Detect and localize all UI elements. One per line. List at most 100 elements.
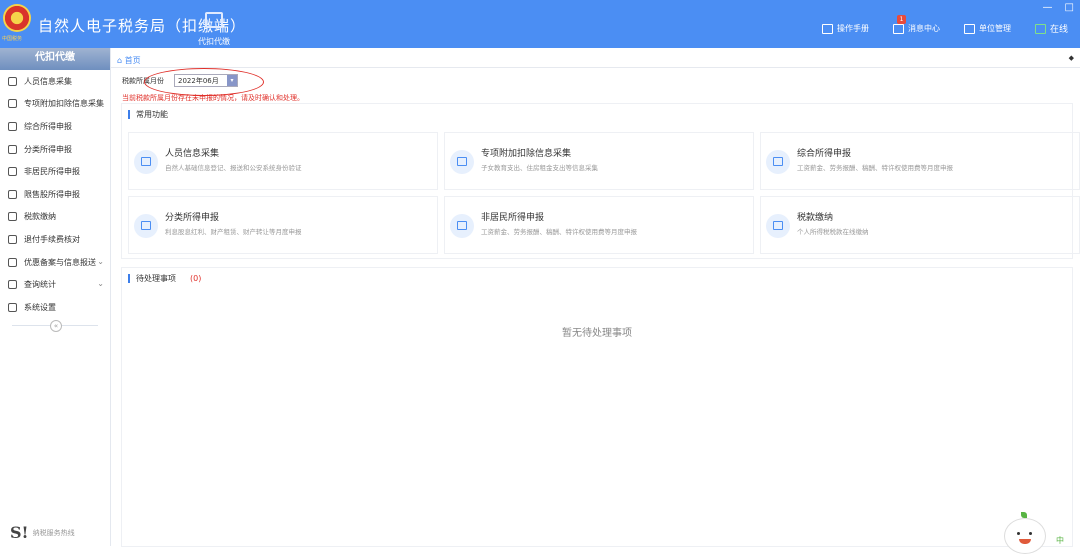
card-desc: 子女教育支出、住房租金支出等信息采集	[481, 164, 598, 172]
breadcrumb: ⌂ 首页 ◆	[111, 53, 1080, 68]
sidebar-item-label: 限售股所得申报	[24, 189, 80, 199]
pending-count: (0)	[190, 274, 202, 283]
pending-title-text: 待处理事项	[136, 274, 176, 283]
sidebar-header: 代扣代缴	[0, 48, 110, 70]
annotation-ellipse	[144, 68, 264, 96]
sidebar-item-label: 人员信息采集	[24, 76, 72, 86]
id-card-icon	[134, 150, 158, 174]
card-desc: 利息股息红利、财产租赁、财产转让等月度申报	[165, 228, 302, 236]
mail-icon	[892, 23, 904, 34]
card-special-deduction[interactable]: 专项附加扣除信息采集子女教育支出、住房租金支出等信息采集	[444, 132, 754, 190]
unit-management-button[interactable]: 单位管理	[963, 23, 1011, 34]
sidebar-item-comprehensive-income[interactable]: 综合所得申报	[0, 115, 110, 138]
card-classified-income[interactable]: 分类所得申报利息股息红利、财产租赁、财产转让等月度申报	[128, 196, 438, 254]
gear-icon	[8, 302, 17, 312]
sidebar-item-special-deduction[interactable]: 专项附加扣除信息采集	[0, 93, 110, 116]
sidebar-item-tax-payment[interactable]: 税款缴纳	[0, 206, 110, 229]
sidebar-collapse: «	[12, 319, 98, 336]
card-tax-payment[interactable]: 税款缴纳个人所得税税款在线缴纳	[760, 196, 1080, 254]
sidebar-item-label: 非居民所得申报	[24, 167, 80, 177]
card-desc: 工资薪金、劳务报酬、稿酬、特许权使用费等月度申报	[797, 164, 953, 172]
file-icon	[8, 257, 17, 267]
function-grid: 人员信息采集自然人基础信息登记、报送和公安系统身份验证 专项附加扣除信息采集子女…	[128, 132, 1080, 254]
header-actions: 操作手册 1 消息中心 单位管理 在线	[821, 15, 1080, 35]
minimize-button[interactable]: —	[1043, 2, 1053, 13]
card-nonresident-income[interactable]: 非居民所得申报工资薪金、劳务报酬、稿酬、特许权使用费等月度申报	[444, 196, 754, 254]
manual-label: 操作手册	[836, 24, 869, 33]
payment-icon	[766, 214, 790, 238]
pending-panel: 待处理事项 (0) 暂无待处理事项 中	[122, 268, 1072, 554]
hotline: S! 纳税服务热线	[10, 523, 75, 542]
collapse-button[interactable]: «	[50, 319, 62, 332]
card-title: 分类所得申报	[165, 213, 220, 223]
layers-icon	[8, 121, 17, 131]
deduction-icon	[450, 150, 474, 174]
sidebar-item-label: 综合所得申报	[24, 121, 72, 131]
tab-withholding-label: 代扣代缴	[198, 37, 230, 46]
user-icon	[8, 167, 17, 177]
tab-withholding[interactable]: 代扣代缴	[196, 12, 232, 47]
bar-chart-icon	[8, 189, 17, 199]
card-title: 综合所得申报	[797, 149, 852, 159]
sidebar-item-label: 退付手续费核对	[24, 234, 80, 244]
card-title: 税款缴纳	[797, 213, 834, 223]
card-desc: 个人所得税税款在线缴纳	[797, 228, 869, 236]
assistant-mascot[interactable]	[1004, 512, 1046, 554]
top-bar: 中国税务 自然人电子税务局（扣缴端） 代扣代缴 操作手册 1 消息中心 单位管理…	[0, 0, 1080, 48]
chevron-down-icon: ⌄	[97, 256, 104, 266]
sidebar: 代扣代缴 人员信息采集 专项附加扣除信息采集 综合所得申报 分类所得申报 非居民…	[0, 48, 111, 546]
edit-icon	[134, 214, 158, 238]
warning-text: 当前税款所属月份存在未申报的情况，请及时确认和处理。	[122, 94, 304, 102]
sidebar-item-fee-refund[interactable]: 退付手续费核对	[0, 228, 110, 251]
home-tab[interactable]: ⌂ 首页	[117, 55, 141, 66]
sidebar-item-label: 查询统计	[24, 280, 56, 290]
search-doc-icon	[8, 280, 17, 290]
card-comprehensive-income[interactable]: 综合所得申报工资薪金、劳务报酬、稿酬、特许权使用费等月度申报	[760, 132, 1080, 190]
sidebar-item-nonresident[interactable]: 非居民所得申报	[0, 160, 110, 183]
card-title: 非居民所得申报	[481, 213, 545, 223]
list-icon	[8, 99, 17, 109]
message-badge: 1	[896, 15, 906, 24]
card-desc: 工资薪金、劳务报酬、稿酬、特许权使用费等月度申报	[481, 228, 637, 236]
monitor-icon	[1034, 23, 1046, 34]
online-label: 在线	[1049, 25, 1068, 35]
sidebar-item-preferential-filing[interactable]: 优惠备案与信息报送 ⌄	[0, 251, 110, 274]
maximize-button[interactable]: □	[1065, 2, 1074, 13]
person-icon	[8, 76, 17, 86]
doc-icon	[8, 234, 17, 244]
message-center-button[interactable]: 1 消息中心	[892, 15, 940, 34]
sidebar-item-label: 分类所得申报	[24, 144, 72, 154]
card-personnel-collection[interactable]: 人员信息采集自然人基础信息登记、报送和公安系统身份验证	[128, 132, 438, 190]
chevron-down-icon: ⌄	[97, 279, 104, 289]
sidebar-item-classified-income[interactable]: 分类所得申报	[0, 138, 110, 161]
sidebar-item-label: 优惠备案与信息报送	[24, 257, 96, 267]
sidebar-item-query-stats[interactable]: 查询统计 ⌄	[0, 273, 110, 296]
card-title: 专项附加扣除信息采集	[481, 149, 572, 159]
unit-label: 单位管理	[978, 24, 1011, 33]
briefcase-icon	[205, 12, 223, 28]
common-functions-panel: 常用功能 人员信息采集自然人基础信息登记、报送和公安系统身份验证 专项附加扣除信…	[122, 104, 1080, 258]
tax-emblem-logo	[3, 4, 31, 32]
online-status-button[interactable]: 在线	[1034, 22, 1068, 35]
empty-state: 暂无待处理事项	[562, 328, 632, 339]
common-functions-title: 常用功能	[128, 110, 168, 119]
sidebar-item-label: 系统设置	[24, 302, 56, 312]
manual-button[interactable]: 操作手册	[821, 23, 869, 34]
sidebar-item-label: 税款缴纳	[24, 212, 56, 222]
card-desc: 自然人基础信息登记、报送和公安系统身份验证	[165, 164, 302, 172]
sidebar-item-settings[interactable]: 系统设置	[0, 296, 110, 319]
pie-icon	[8, 144, 17, 154]
close-icon[interactable]: ◆	[1069, 54, 1074, 62]
report-icon	[766, 150, 790, 174]
hotline-mark: S!	[10, 523, 29, 542]
folder-icon	[8, 212, 17, 222]
card-title: 人员信息采集	[165, 149, 220, 159]
ime-indicator: 中	[1056, 536, 1064, 545]
logo-text: 中国税务	[2, 36, 23, 42]
window-controls: — □	[1043, 2, 1074, 13]
sidebar-item-personnel[interactable]: 人员信息采集	[0, 70, 110, 93]
message-label: 消息中心	[907, 24, 940, 33]
manual-icon	[821, 23, 833, 34]
sidebar-item-restricted-shares[interactable]: 限售股所得申报	[0, 183, 110, 206]
home-label: 首页	[124, 56, 141, 65]
